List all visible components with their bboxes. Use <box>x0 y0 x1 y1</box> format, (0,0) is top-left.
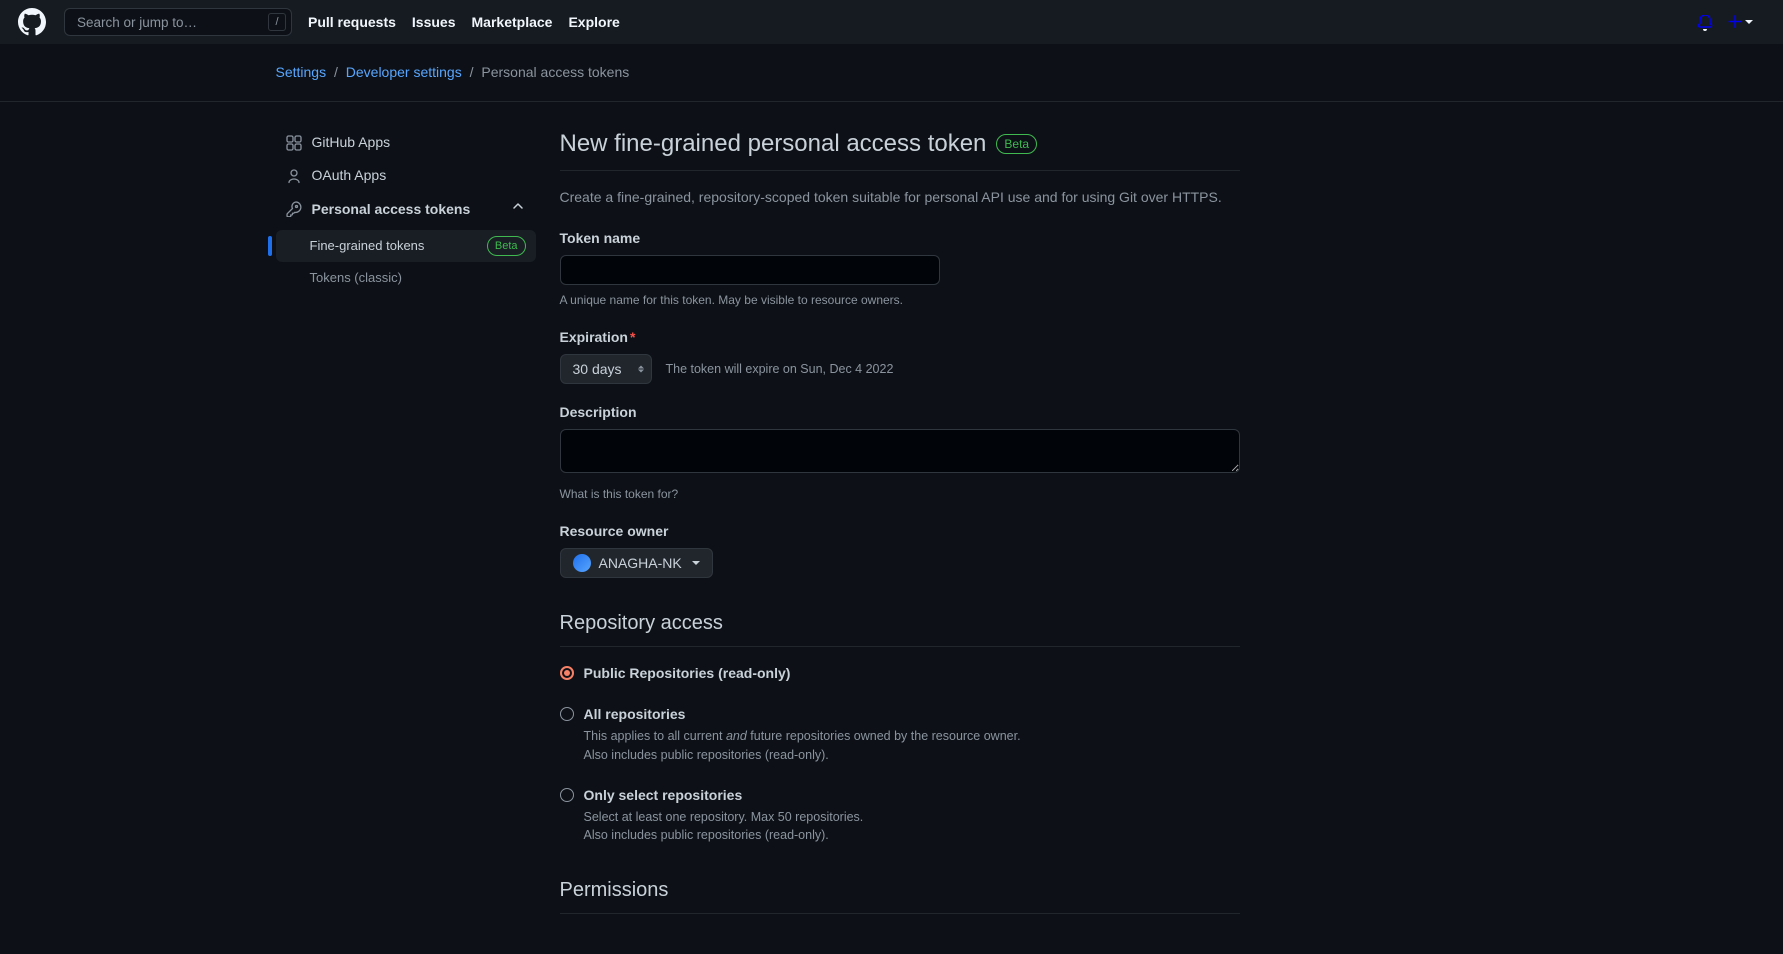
field-resource-owner: Resource owner ANAGHA-NK <box>560 521 1240 578</box>
divider <box>560 913 1240 914</box>
radio-all-repos[interactable]: All repositories This applies to all cur… <box>560 704 1240 765</box>
radio-input[interactable] <box>560 666 574 680</box>
chevron-up-icon <box>510 198 526 220</box>
beta-badge: Beta <box>996 134 1037 154</box>
permissions-heading: Permissions <box>560 875 1240 905</box>
description-label: Description <box>560 402 1240 423</box>
sidebar-subitem-tokens-classic[interactable]: Tokens (classic) <box>276 262 536 294</box>
radio-input[interactable] <box>560 707 574 721</box>
create-new-menu[interactable] <box>1727 14 1753 30</box>
breadcrumb-current: Personal access tokens <box>481 64 629 80</box>
radio-description: This applies to all current and future r… <box>584 727 1021 765</box>
breadcrumb-sep: / <box>470 64 474 80</box>
sidebar-item-label: Personal access tokens <box>312 199 500 220</box>
page: GitHub Apps OAuth Apps Personal access t… <box>252 102 1532 954</box>
breadcrumb-sep: / <box>334 64 338 80</box>
token-name-label: Token name <box>560 228 1240 249</box>
caret-down-icon <box>692 561 700 565</box>
github-logo[interactable] <box>16 6 48 38</box>
expiration-select-wrap: 30 days <box>560 354 652 384</box>
key-icon <box>286 201 302 217</box>
expiration-label: Expiration* <box>560 327 1240 348</box>
radio-public-repos[interactable]: Public Repositories (read-only) <box>560 663 1240 684</box>
divider <box>560 170 1240 171</box>
notifications-button[interactable] <box>1697 12 1713 33</box>
divider <box>560 646 1240 647</box>
nav-explore[interactable]: Explore <box>568 12 619 33</box>
search-input[interactable] <box>64 8 292 36</box>
sidebar-item-github-apps[interactable]: GitHub Apps <box>276 126 536 159</box>
radio-input[interactable] <box>560 788 574 802</box>
nav-issues[interactable]: Issues <box>412 12 456 33</box>
token-name-input[interactable] <box>560 255 940 285</box>
nav-marketplace[interactable]: Marketplace <box>472 12 553 33</box>
header-right <box>1697 12 1767 33</box>
resource-owner-button[interactable]: ANAGHA-NK <box>560 548 713 578</box>
page-title: New fine-grained personal access token B… <box>560 126 1240 162</box>
global-header: / Pull requests Issues Marketplace Explo… <box>0 0 1783 44</box>
field-token-name: Token name A unique name for this token.… <box>560 228 1240 309</box>
sidebar-subitem-label: Fine-grained tokens <box>310 236 425 256</box>
mark-github-icon <box>18 8 46 36</box>
radio-label: Only select repositories <box>584 785 864 806</box>
required-indicator: * <box>630 329 635 345</box>
radio-label: Public Repositories (read-only) <box>584 663 791 684</box>
global-search: / <box>64 8 292 36</box>
main-content: New fine-grained personal access token B… <box>560 126 1240 930</box>
beta-badge: Beta <box>487 236 526 256</box>
bell-icon <box>1697 15 1713 31</box>
sidebar-subitem-fine-grained-tokens[interactable]: Fine-grained tokens Beta <box>276 230 536 262</box>
plus-icon <box>1727 14 1743 30</box>
sidebar-item-oauth-apps[interactable]: OAuth Apps <box>276 159 536 192</box>
token-name-help: A unique name for this token. May be vis… <box>560 291 1240 309</box>
page-description: Create a fine-grained, repository-scoped… <box>560 187 1240 208</box>
breadcrumb: Settings / Developer settings / Personal… <box>252 62 1532 83</box>
person-icon <box>286 168 302 184</box>
nav-pull-requests[interactable]: Pull requests <box>308 12 396 33</box>
sidebar-item-personal-access-tokens[interactable]: Personal access tokens <box>276 192 536 226</box>
primary-nav: Pull requests Issues Marketplace Explore <box>308 12 620 33</box>
slash-key-hint: / <box>268 13 286 31</box>
expiration-note: The token will expire on Sun, Dec 4 2022 <box>666 360 894 379</box>
caret-down-icon <box>1745 20 1753 24</box>
field-description: Description What is this token for? <box>560 402 1240 503</box>
breadcrumb-settings[interactable]: Settings <box>276 64 327 80</box>
sidebar-item-label: OAuth Apps <box>312 165 526 186</box>
sidebar-item-label: GitHub Apps <box>312 132 526 153</box>
page-title-text: New fine-grained personal access token <box>560 126 987 162</box>
description-help: What is this token for? <box>560 485 1240 503</box>
breadcrumb-developer-settings[interactable]: Developer settings <box>346 64 462 80</box>
radio-description: Select at least one repository. Max 50 r… <box>584 808 864 846</box>
expiration-select[interactable]: 30 days <box>560 354 652 384</box>
field-expiration: Expiration* 30 days The token will expir… <box>560 327 1240 384</box>
repository-access-heading: Repository access <box>560 608 1240 638</box>
apps-icon <box>286 135 302 151</box>
radio-label: All repositories <box>584 704 1021 725</box>
sidebar: GitHub Apps OAuth Apps Personal access t… <box>276 126 536 294</box>
description-input[interactable] <box>560 429 1240 473</box>
sidebar-subitem-label: Tokens (classic) <box>310 268 402 288</box>
avatar <box>573 554 591 572</box>
breadcrumb-bar: Settings / Developer settings / Personal… <box>0 44 1783 102</box>
resource-owner-label: Resource owner <box>560 521 1240 542</box>
radio-select-repos[interactable]: Only select repositories Select at least… <box>560 785 1240 846</box>
resource-owner-value: ANAGHA-NK <box>599 555 682 571</box>
